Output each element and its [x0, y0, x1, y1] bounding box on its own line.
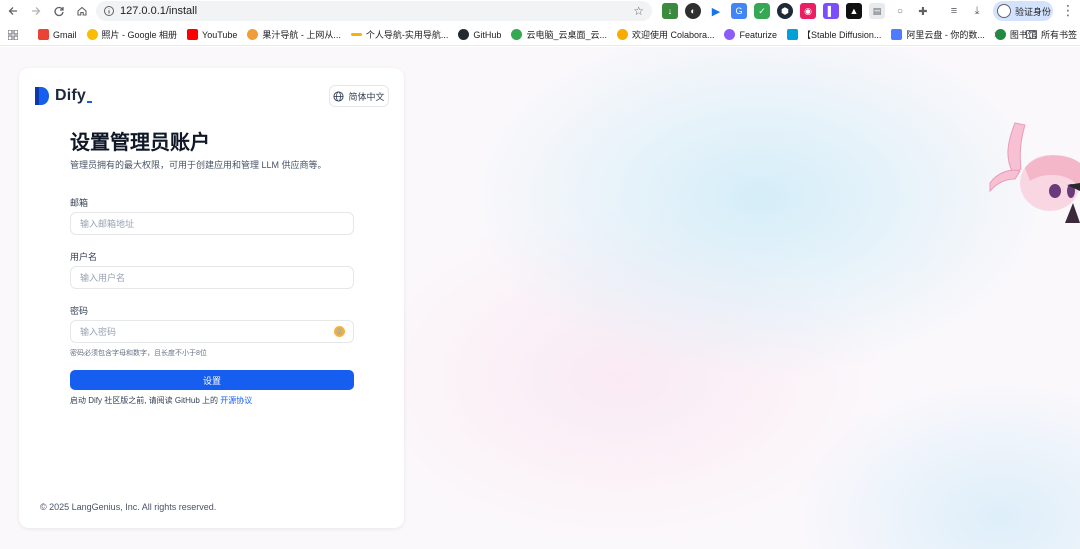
extension-chat-icon[interactable]: ○ — [892, 3, 908, 19]
setup-button[interactable]: 设置 — [70, 370, 354, 390]
gmail-icon — [38, 29, 49, 40]
password-input[interactable] — [80, 326, 320, 337]
extension-document-icon[interactable]: ▤ — [869, 3, 885, 19]
cloud-pc-icon — [511, 29, 523, 40]
guozhi-icon — [247, 29, 259, 40]
extension-hex-icon[interactable]: ⬢ — [777, 3, 793, 19]
profile-chip[interactable]: 验证身份 — [993, 1, 1053, 21]
username-input[interactable] — [80, 272, 320, 283]
extension-mask-icon[interactable]: ◐ — [685, 3, 701, 19]
bookmark-guozhi-nav[interactable]: 果汁导航 - 上网从... — [247, 28, 341, 41]
extension-camera-icon[interactable]: ◉ — [800, 3, 816, 19]
show-password-emoji-icon[interactable]: 😝 — [334, 326, 345, 337]
bookmark-github[interactable]: GitHub — [458, 29, 501, 40]
password-label: 密码 — [70, 306, 89, 316]
personal-nav-icon — [350, 33, 362, 36]
extension-bars-icon[interactable]: ▌ — [823, 3, 839, 19]
bookmark-aliyun-drive[interactable]: 阿里云盘 - 你的数... — [891, 28, 985, 41]
bookmark-star-icon[interactable]: ☆ — [633, 4, 644, 18]
extension-translate-icon[interactable]: G — [731, 3, 747, 19]
profile-label: 验证身份 — [1015, 6, 1052, 17]
logo-accent — [87, 100, 93, 103]
license-notice: 启动 Dify 社区版之前, 请阅读 GitHub 上的 开源协议 — [70, 395, 252, 406]
all-bookmarks-button[interactable]: 所有书签 — [1026, 28, 1077, 41]
bookmark-colab[interactable]: 欢迎使用 Colabora... — [616, 28, 714, 41]
bookmark-featurize[interactable]: Featurize — [724, 29, 777, 40]
address-bar[interactable]: 127.0.0.1/install ☆ — [96, 1, 652, 21]
github-icon — [458, 29, 470, 40]
bookmarks-overflow-icon[interactable]: » — [994, 29, 1000, 40]
globe-icon — [333, 90, 345, 102]
username-field[interactable] — [70, 266, 354, 289]
bookmarks-bar: Gmail 照片 - Google 相册 YouTube 果汁导航 - 上网从.… — [0, 24, 1080, 46]
bookmark-google-photos[interactable]: 照片 - Google 相册 — [86, 28, 177, 41]
logo-text: Dify — [55, 87, 87, 104]
bookmark-gmail[interactable]: Gmail — [38, 29, 77, 40]
extension-download-icon[interactable]: ↓ — [662, 3, 678, 19]
colab-icon — [616, 29, 628, 40]
home-icon[interactable] — [72, 1, 92, 21]
browser-menu-icon[interactable]: ⋮ — [1060, 2, 1076, 18]
page-background: Dify 简体中文 设置管理员账户 管理员拥有的最大权限，可用于创建应用和管理 … — [0, 47, 1080, 549]
bookmark-personal-nav[interactable]: 个人导航-实用导航... — [350, 28, 448, 41]
dify-logo: Dify — [35, 87, 93, 105]
extensions-puzzle-icon[interactable]: ✚ — [915, 3, 931, 19]
anime-character-image — [989, 122, 1080, 223]
url-text[interactable]: 127.0.0.1/install — [120, 5, 197, 17]
extension-shield-icon[interactable]: ✓ — [754, 3, 770, 19]
apps-grid-icon[interactable] — [8, 29, 24, 40]
license-notice-text: 启动 Dify 社区版之前, 请阅读 GitHub 上的 — [70, 396, 219, 405]
password-hint: 密码必须包含字母和数字，且长度不小于8位 — [70, 350, 207, 357]
dify-logo-mark-icon — [35, 87, 49, 105]
back-icon[interactable] — [3, 1, 23, 21]
page-title: 设置管理员账户 — [70, 132, 210, 154]
avatar — [997, 4, 1011, 18]
page-subtitle: 管理员拥有的最大权限，可用于创建应用和管理 LLM 供应商等。 — [70, 160, 327, 170]
reload-icon[interactable] — [49, 1, 69, 21]
site-info-icon[interactable] — [100, 2, 118, 20]
language-label: 简体中文 — [348, 91, 385, 102]
bookmark-youtube[interactable]: YouTube — [187, 29, 237, 40]
bilibili-icon — [787, 29, 799, 40]
featurize-icon — [724, 29, 736, 40]
open-source-license-link[interactable]: 开源协议 — [220, 396, 252, 405]
aliyun-drive-icon — [891, 29, 903, 40]
bookmark-stable-diffusion[interactable]: 【Stable Diffusion... — [787, 28, 881, 41]
extensions-row: ↓ ◐ ▶ G ✓ ⬢ ◉ ▌ ▲ ▤ ○ ✚ ≡ ⤓ — [662, 3, 985, 19]
forward-icon[interactable] — [26, 1, 46, 21]
folder-icon — [1026, 30, 1037, 39]
email-label: 邮箱 — [70, 198, 89, 208]
email-field[interactable] — [70, 212, 354, 235]
password-field[interactable]: 😝 — [70, 320, 354, 343]
youtube-icon — [187, 29, 199, 40]
reading-list-icon[interactable]: ≡ — [946, 3, 962, 19]
bookmark-cloud-pc[interactable]: 云电脑_云桌面_云... — [511, 28, 607, 41]
downloads-icon[interactable]: ⤓ — [969, 3, 985, 19]
install-card: Dify 简体中文 设置管理员账户 管理员拥有的最大权限，可用于创建应用和管理 … — [19, 68, 404, 528]
email-input[interactable] — [80, 218, 320, 229]
browser-toolbar: 127.0.0.1/install ☆ ↓ ◐ ▶ G ✓ ⬢ ◉ ▌ ▲ ▤ … — [0, 0, 1080, 22]
copyright-footer: © 2025 LangGenius, Inc. All rights reser… — [40, 502, 217, 512]
extension-triangle-icon[interactable]: ▲ — [846, 3, 862, 19]
google-photos-icon — [86, 29, 98, 40]
extension-play-icon[interactable]: ▶ — [708, 3, 724, 19]
language-select-button[interactable]: 简体中文 — [329, 85, 389, 107]
username-label: 用户名 — [70, 252, 98, 262]
